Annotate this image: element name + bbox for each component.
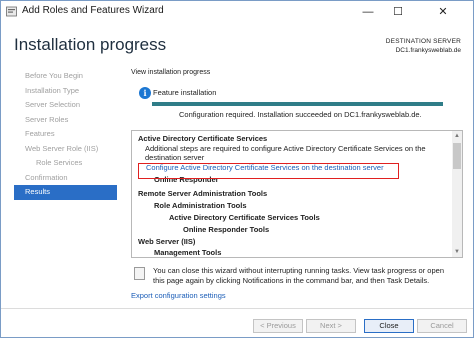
result-online-responder-tools: Online Responder Tools — [183, 225, 270, 234]
nav-item-role-services: Role Services — [36, 158, 83, 167]
scroll-down-icon[interactable]: ▼ — [452, 247, 462, 257]
nav-item-web-server-role: Web Server Role (IIS) — [25, 143, 99, 153]
footer-divider — [1, 308, 473, 309]
close-button[interactable]: Close — [364, 319, 414, 333]
result-adcs-tools: Active Directory Certificate Services To… — [169, 213, 320, 222]
scrollbar-thumb[interactable] — [453, 143, 461, 169]
progress-fill — [152, 102, 443, 106]
result-adcs-message-cont: destination server — [145, 153, 205, 162]
nav-item-results[interactable]: Results — [14, 185, 117, 200]
result-role-admin-tools: Role Administration Tools — [154, 201, 247, 210]
info-icon: i — [139, 87, 151, 99]
export-configuration-link[interactable]: Export configuration settings — [131, 291, 226, 300]
result-adcs-heading: Active Directory Certificate Services — [138, 134, 268, 143]
cancel-button[interactable]: Cancel — [417, 319, 467, 333]
server-manager-icon — [6, 6, 17, 17]
destination-server-name: DC1.frankysweblab.de — [395, 47, 461, 54]
nav-item-server-roles: Server Roles — [25, 114, 69, 124]
destination-server-label: DESTINATION SERVER — [385, 38, 461, 45]
progress-message: Configuration required. Installation suc… — [179, 110, 422, 119]
title-bar: Add Roles and Features Wizard — ☐ ✕ — [1, 1, 473, 23]
wizard-window: Add Roles and Features Wizard — ☐ ✕ Inst… — [0, 0, 474, 338]
page-title: Installation progress — [14, 35, 167, 54]
nav-item-before-you-begin: Before You Begin — [25, 71, 83, 80]
notification-flag-icon — [134, 267, 145, 280]
close-wizard-note: You can close this wizard without interr… — [153, 266, 444, 285]
installation-progress-bar — [152, 102, 443, 106]
nav-item-features: Features — [25, 129, 55, 138]
result-management-tools: Management Tools — [154, 248, 222, 257]
previous-button[interactable]: < Previous — [253, 319, 303, 333]
scroll-up-icon[interactable]: ▲ — [452, 131, 462, 141]
nav-item-confirmation: Confirmation — [25, 172, 68, 182]
maximize-button[interactable]: ☐ — [383, 1, 413, 23]
close-window-button[interactable]: ✕ — [413, 1, 473, 23]
main-content: View installation progress i Feature ins… — [129, 67, 463, 307]
view-installation-label: View installation progress — [131, 69, 211, 76]
result-adcs-message: Additional steps are required to configu… — [145, 144, 426, 153]
results-list[interactable]: Active Directory Certificate Services Ad… — [131, 130, 463, 258]
minimize-button[interactable]: — — [353, 1, 383, 23]
nav-item-server-selection: Server Selection — [25, 100, 81, 109]
result-web-server-heading: Web Server (IIS) — [138, 237, 196, 246]
wizard-nav: Before You Begin Installation Type Serve… — [14, 69, 117, 200]
window-title: Add Roles and Features Wizard — [22, 5, 164, 16]
nav-item-installation-type: Installation Type — [25, 85, 80, 95]
highlight-box — [138, 163, 399, 179]
results-scrollbar[interactable]: ▲ ▼ — [452, 131, 462, 257]
result-rsat-heading: Remote Server Administration Tools — [138, 189, 268, 198]
feature-installation-label: Feature installation — [153, 88, 217, 97]
next-button[interactable]: Next > — [306, 319, 356, 333]
